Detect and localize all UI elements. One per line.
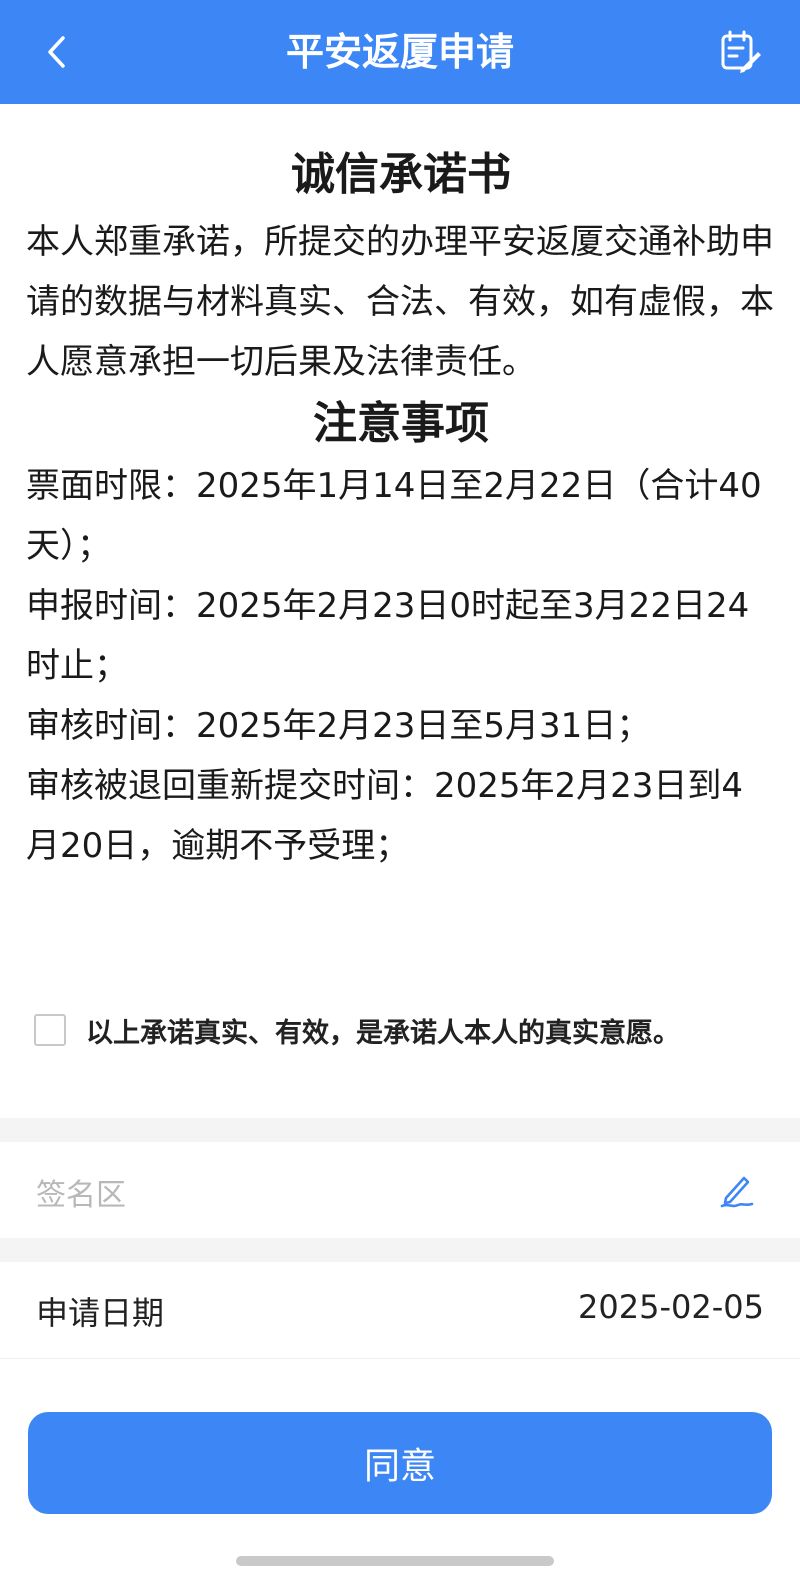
- notice-item-resubmit-period: 审核被退回重新提交时间：2025年2月23日到4月20日，逾期不予受理；: [26, 766, 744, 866]
- pledge-content: 诚信承诺书 本人郑重承诺，所提交的办理平安返厦交通补助申请的数据与材料真实、合法…: [26, 138, 776, 876]
- pledge-title: 诚信承诺书: [291, 149, 511, 200]
- pledge-body: 本人郑重承诺，所提交的办理平安返厦交通补助申请的数据与材料真实、合法、有效，如有…: [26, 222, 774, 382]
- home-indicator: [236, 1556, 554, 1566]
- page-title: 平安返厦申请: [285, 30, 514, 74]
- confirm-row: 以上承诺真实、有效，是承诺人本人的真实意愿。: [34, 1010, 774, 1050]
- notice-item-application-period: 申报时间：2025年2月23日0时起至3月22日24时止；: [26, 586, 750, 686]
- signature-placeholder: 签名区: [36, 1178, 126, 1213]
- document-edit-button[interactable]: [712, 24, 768, 80]
- notice-item-review-period: 审核时间：2025年2月23日至5月31日；: [26, 706, 651, 746]
- apply-date-label: 申请日期: [36, 1294, 165, 1332]
- section-divider: [0, 1118, 800, 1142]
- pen-icon[interactable]: [716, 1170, 756, 1210]
- signature-area[interactable]: 签名区: [0, 1142, 800, 1238]
- notice-item-ticket-period: 票面时限：2025年1月14日至2月22日（合计40天）；: [26, 466, 762, 566]
- apply-date-row: 申请日期 2025-02-05: [0, 1262, 800, 1358]
- confirm-checkbox[interactable]: [34, 1014, 66, 1046]
- section-divider: [0, 1238, 800, 1262]
- notice-title: 注意事项: [313, 398, 489, 449]
- apply-date-value: 2025-02-05: [578, 1288, 764, 1326]
- agree-button[interactable]: 同意: [28, 1412, 772, 1514]
- document-edit-icon: [721, 30, 761, 73]
- top-bar: 平安返厦申请: [0, 0, 800, 104]
- confirm-text: 以上承诺真实、有效，是承诺人本人的真实意愿。: [86, 1017, 680, 1049]
